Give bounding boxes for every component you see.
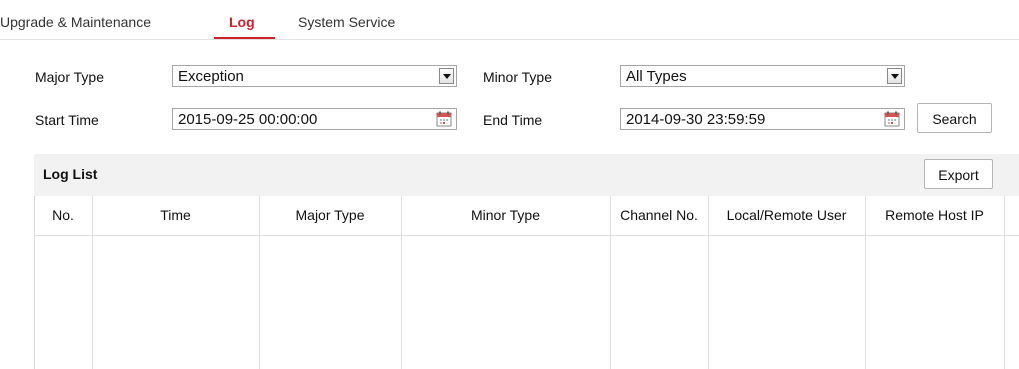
calendar-icon[interactable] xyxy=(884,111,900,127)
column-header-no[interactable]: No. xyxy=(34,207,92,223)
tab-divider xyxy=(0,39,1019,40)
export-button[interactable]: Export xyxy=(924,159,993,189)
column-header-remote-host-ip[interactable]: Remote Host IP xyxy=(865,207,1004,223)
calendar-icon[interactable] xyxy=(436,111,452,127)
end-time-field[interactable]: 2014-09-30 23:59:59 xyxy=(620,108,905,130)
start-time-value: 2015-09-25 00:00:00 xyxy=(178,111,318,128)
tab-upgrade-maintenance[interactable]: Upgrade & Maintenance xyxy=(0,14,151,30)
log-list-header xyxy=(34,154,1019,196)
tab-bar: Upgrade & Maintenance Log System Service xyxy=(0,0,1019,39)
major-type-value: Exception xyxy=(178,68,244,85)
end-time-label: End Time xyxy=(483,112,543,128)
log-list-title: Log List xyxy=(43,166,98,182)
chevron-down-icon[interactable] xyxy=(439,68,454,84)
column-header-local-remote-user[interactable]: Local/Remote User xyxy=(708,207,865,223)
tab-system-service[interactable]: System Service xyxy=(298,14,395,30)
end-time-value: 2014-09-30 23:59:59 xyxy=(626,111,766,128)
chevron-down-icon[interactable] xyxy=(887,68,902,84)
search-button[interactable]: Search xyxy=(917,103,992,133)
start-time-field[interactable]: 2015-09-25 00:00:00 xyxy=(172,108,457,130)
column-header-time[interactable]: Time xyxy=(92,207,259,223)
tab-log[interactable]: Log xyxy=(229,14,255,30)
minor-type-label: Minor Type xyxy=(483,69,552,85)
table-header-divider xyxy=(34,235,1019,236)
major-type-label: Major Type xyxy=(35,69,104,85)
minor-type-value: All Types xyxy=(626,68,687,85)
column-header-major-type[interactable]: Major Type xyxy=(259,207,401,223)
minor-type-select[interactable]: All Types xyxy=(620,65,905,87)
start-time-label: Start Time xyxy=(35,112,99,128)
major-type-select[interactable]: Exception xyxy=(172,65,457,87)
column-header-channel-no[interactable]: Channel No. xyxy=(610,207,708,223)
column-divider xyxy=(1004,196,1005,369)
column-header-minor-type[interactable]: Minor Type xyxy=(401,207,610,223)
